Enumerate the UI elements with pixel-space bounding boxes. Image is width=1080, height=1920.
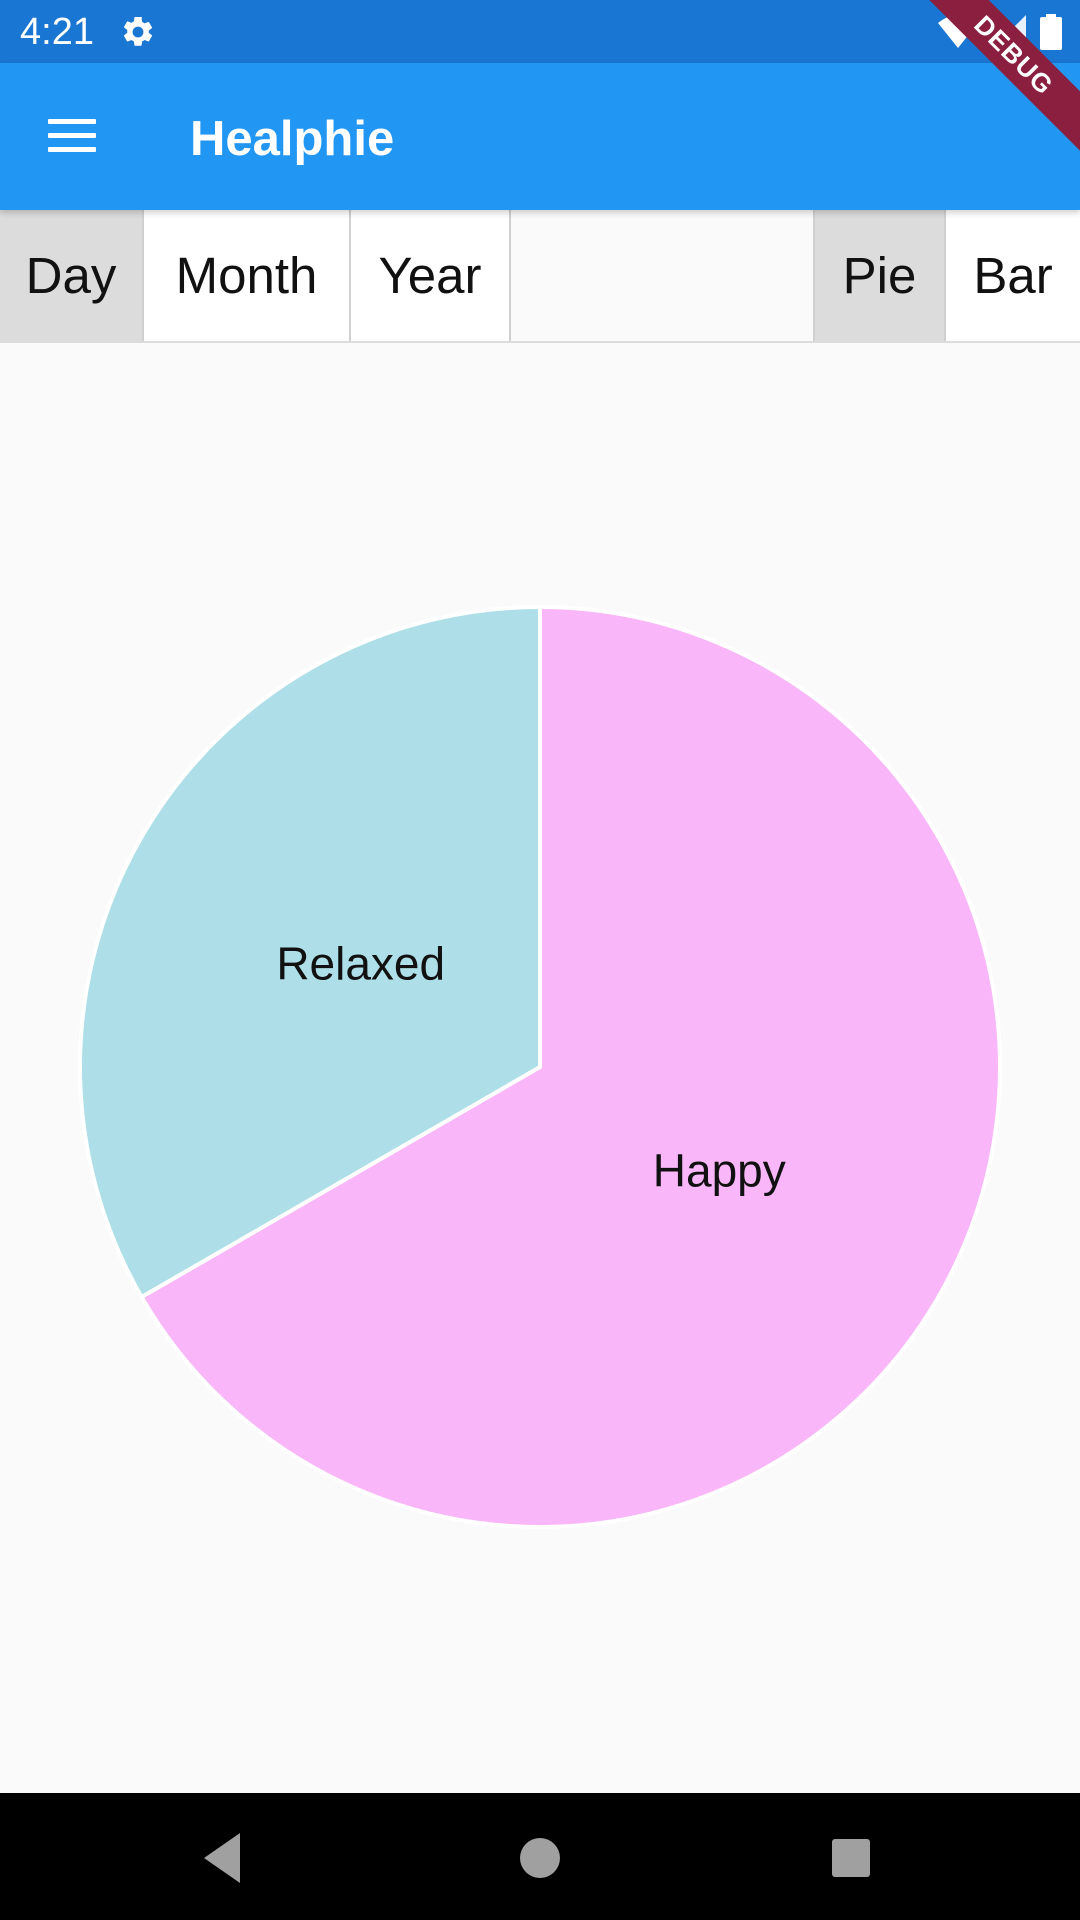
app-bar: Healphie	[0, 63, 1080, 210]
navigation-bar	[0, 1793, 1080, 1920]
toggle-month[interactable]: Month	[144, 210, 351, 341]
toggle-row: Day Month Year Pie Bar	[0, 210, 1080, 343]
status-bar: 4:21	[0, 0, 1080, 63]
pie-chart: Happy Relaxed	[78, 605, 1002, 1529]
pie-label-happy: Happy	[653, 1145, 786, 1197]
toggle-day[interactable]: Day	[0, 210, 144, 341]
home-icon[interactable]	[511, 1829, 569, 1887]
toggle-bar[interactable]: Bar	[946, 210, 1080, 341]
settings-icon	[123, 16, 153, 46]
toggle-pie[interactable]: Pie	[813, 210, 946, 341]
status-time: 4:21	[20, 11, 94, 53]
back-icon[interactable]	[196, 1829, 254, 1887]
app-title: Healphie	[190, 112, 395, 166]
toggle-year[interactable]: Year	[351, 210, 511, 341]
battery-icon	[1040, 14, 1062, 50]
pie-label-relaxed: Relaxed	[276, 938, 445, 990]
recents-icon[interactable]	[822, 1829, 880, 1887]
hamburger-menu-icon[interactable]	[42, 111, 102, 161]
mood-chart: Happy Relaxed	[0, 343, 1080, 1793]
